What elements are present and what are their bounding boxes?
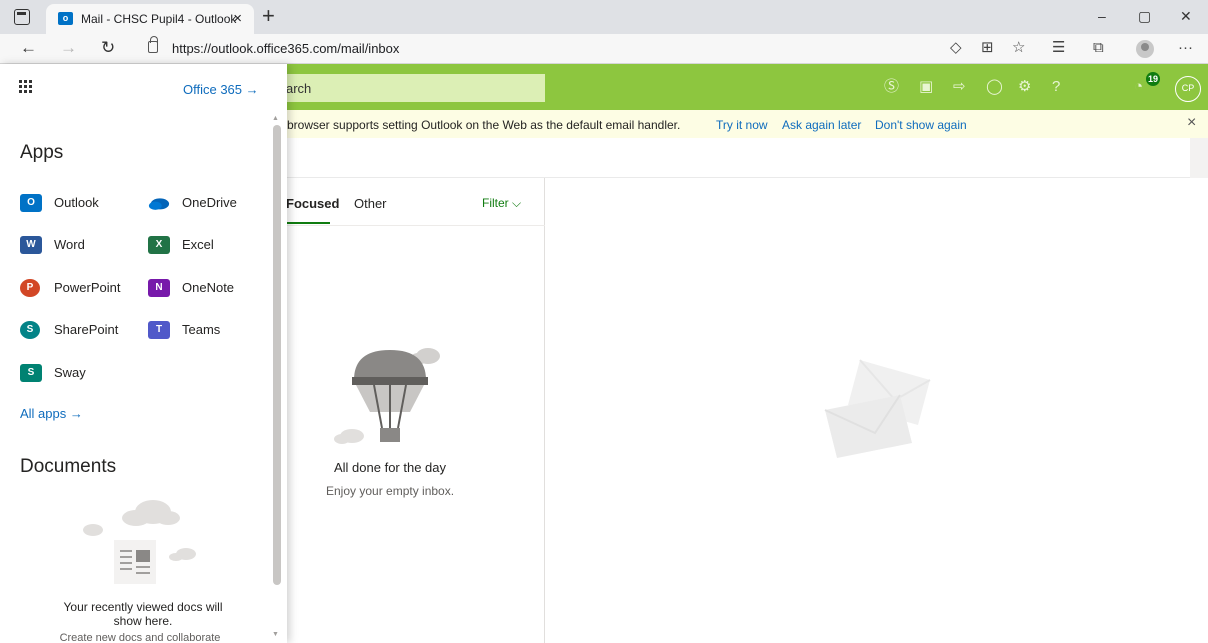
favorites-icon[interactable]: ☰ bbox=[1052, 39, 1065, 57]
tab-actions-icon[interactable] bbox=[14, 9, 30, 25]
documents-empty-illustration bbox=[83, 500, 196, 584]
notification-close-icon[interactable]: × bbox=[1187, 114, 1196, 132]
flyout-scroll-up-icon[interactable]: ▲ bbox=[272, 115, 279, 122]
minimize-icon[interactable]: – bbox=[1098, 8, 1106, 24]
app-label: Word bbox=[54, 237, 85, 252]
browser-nav-bar: ← → ↻ https://outlook.office365.com/mail… bbox=[0, 34, 1208, 64]
recent-docs-empty-title: Your recently viewed docs will show here… bbox=[63, 600, 223, 628]
office-store-icon[interactable]: ▣ bbox=[919, 78, 933, 96]
outlook-icon: O bbox=[20, 194, 42, 212]
documents-section-title: Documents bbox=[20, 456, 117, 477]
notification-count-badge: 19 bbox=[1146, 72, 1160, 86]
empty-inbox-title: All done for the day bbox=[334, 460, 447, 475]
restore-icon[interactable]: ▢ bbox=[1138, 8, 1151, 25]
profile-avatar-icon[interactable] bbox=[1136, 40, 1154, 58]
notifications-bell-icon[interactable]: ◯ bbox=[986, 78, 1003, 96]
add-favorite-icon[interactable]: ☆ bbox=[1012, 39, 1025, 57]
collections-icon[interactable]: ⧉ bbox=[1093, 39, 1104, 57]
apps-section-title: Apps bbox=[20, 142, 64, 163]
user-avatar[interactable]: CP bbox=[1175, 76, 1201, 102]
app-powerpoint[interactable]: P PowerPoint bbox=[20, 277, 130, 299]
app-excel[interactable]: X Excel bbox=[148, 234, 268, 256]
app-label: PowerPoint bbox=[54, 280, 121, 295]
flyout-scroll-down-icon[interactable]: ▼ bbox=[272, 631, 279, 638]
app-label: Excel bbox=[182, 237, 214, 252]
address-bar-url[interactable]: https://outlook.office365.com/mail/inbox bbox=[172, 41, 399, 56]
feedback-icon[interactable]: ◔ bbox=[1134, 78, 1143, 96]
settings-gear-icon[interactable]: ⚙ bbox=[1018, 78, 1031, 96]
skype-icon[interactable]: Ⓢ bbox=[884, 78, 899, 96]
empty-inbox-subtitle: Enjoy your empty inbox. bbox=[326, 484, 455, 498]
all-apps-link[interactable]: All apps → bbox=[20, 406, 83, 421]
tabs-divider bbox=[286, 225, 545, 226]
back-arrow-icon[interactable]: ← bbox=[20, 38, 37, 58]
browser-tab-strip: o Mail - CHSC Pupil4 - Outlook × + – ▢ ✕ bbox=[0, 0, 1208, 34]
app-onedrive[interactable]: OneDrive bbox=[148, 192, 268, 214]
notification-message: browser supports setting Outlook on the … bbox=[287, 118, 681, 132]
app-label: OneDrive bbox=[182, 195, 237, 210]
app-sway[interactable]: S Sway bbox=[20, 362, 130, 384]
sway-icon: S bbox=[20, 364, 42, 382]
teams-icon: T bbox=[148, 321, 170, 339]
flyout-scrollbar[interactable] bbox=[273, 125, 281, 585]
tab-title: Mail - CHSC Pupil4 - Outlook bbox=[81, 12, 237, 26]
lock-icon[interactable] bbox=[148, 36, 158, 53]
forward-arrow-icon[interactable]: → bbox=[60, 38, 77, 58]
app-available-icon[interactable]: ⊞ bbox=[981, 39, 994, 57]
app-word[interactable]: W Word bbox=[20, 234, 130, 256]
app-label: SharePoint bbox=[54, 322, 119, 337]
excel-icon: X bbox=[148, 236, 170, 254]
powerpoint-icon: P bbox=[20, 279, 40, 297]
dont-show-again-link[interactable]: Don't show again bbox=[875, 118, 967, 132]
ask-again-later-link[interactable]: Ask again later bbox=[782, 118, 861, 132]
app-outlook[interactable]: O Outlook bbox=[20, 192, 130, 214]
app-label: Outlook bbox=[54, 195, 99, 210]
onenote-icon: N bbox=[148, 279, 170, 297]
read-aloud-icon[interactable]: ◇ bbox=[950, 39, 962, 57]
word-icon: W bbox=[20, 236, 42, 254]
todo-icon[interactable]: ⇨ bbox=[953, 78, 966, 96]
sharepoint-icon: S bbox=[20, 321, 40, 339]
app-label: Teams bbox=[182, 322, 221, 337]
app-sharepoint[interactable]: S SharePoint bbox=[20, 319, 130, 341]
office-365-link[interactable]: Office 365 → bbox=[183, 82, 259, 97]
tab-focused[interactable]: Focused bbox=[286, 196, 339, 211]
hot-air-balloon-illustration bbox=[334, 348, 440, 444]
onedrive-cloud-icon bbox=[148, 198, 170, 210]
app-label: OneNote bbox=[182, 280, 235, 295]
browser-tab[interactable]: o Mail - CHSC Pupil4 - Outlook × bbox=[46, 4, 254, 34]
browser-menu-icon[interactable]: ··· bbox=[1178, 39, 1193, 57]
filter-button[interactable]: Filter ⌵ bbox=[482, 196, 521, 211]
app-launcher-waffle-icon[interactable] bbox=[19, 80, 33, 94]
window-close-icon[interactable]: ✕ bbox=[1180, 8, 1192, 25]
new-tab-button[interactable]: + bbox=[262, 3, 275, 29]
search-placeholder: arch bbox=[286, 81, 312, 96]
try-it-now-link[interactable]: Try it now bbox=[716, 118, 768, 132]
app-label: Sway bbox=[54, 365, 86, 380]
refresh-icon[interactable]: ↻ bbox=[101, 38, 115, 58]
focused-tab-indicator bbox=[286, 222, 330, 224]
app-teams[interactable]: T Teams bbox=[148, 319, 268, 341]
help-icon[interactable]: ? bbox=[1052, 78, 1060, 96]
app-onenote[interactable]: N OneNote bbox=[148, 277, 268, 299]
tab-other[interactable]: Other bbox=[354, 196, 387, 211]
tab-close-icon[interactable]: × bbox=[233, 10, 242, 27]
recent-docs-empty-subtitle: Create new docs and collaborate bbox=[59, 632, 221, 643]
outlook-favicon-icon: o bbox=[58, 12, 73, 25]
envelopes-illustration bbox=[824, 359, 931, 458]
